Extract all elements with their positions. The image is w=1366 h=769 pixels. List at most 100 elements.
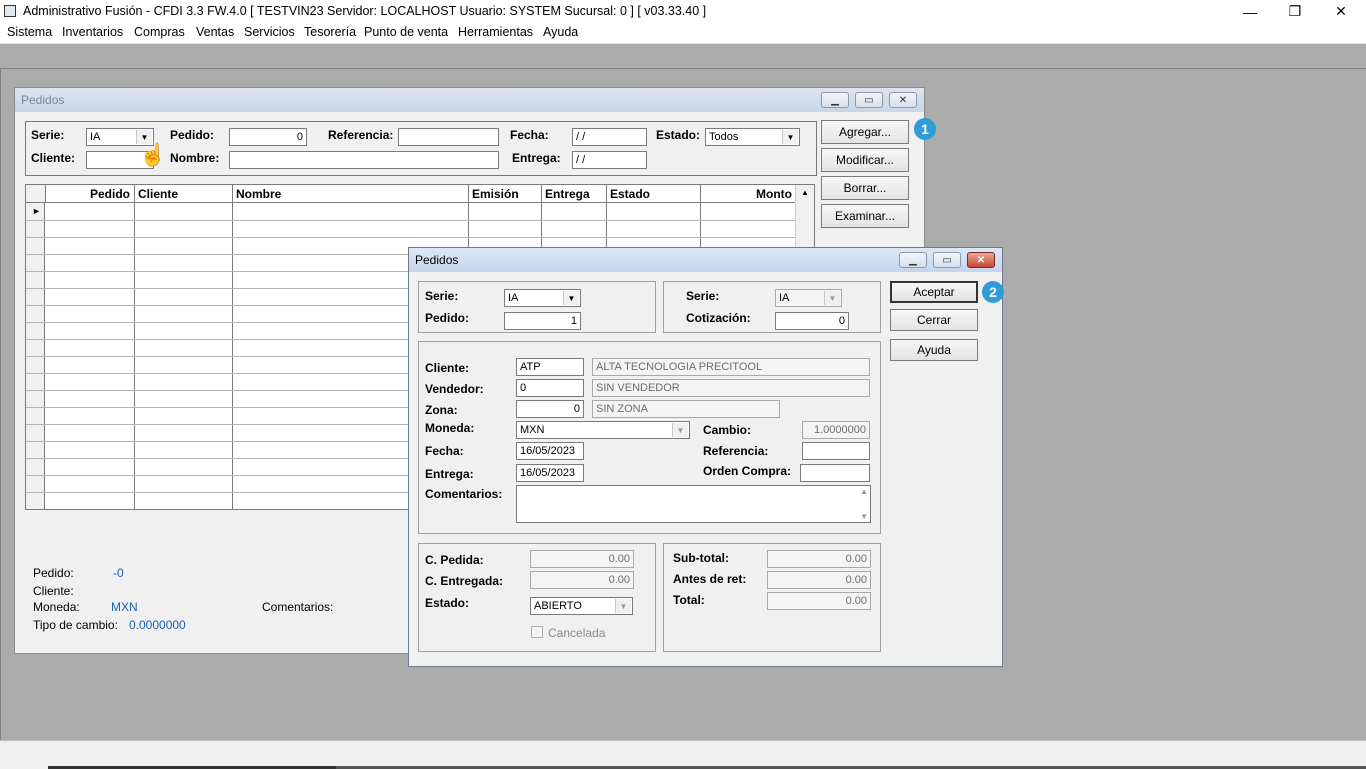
menu-compras[interactable]: Compras <box>134 25 185 39</box>
total-field: 0.00 <box>767 592 871 610</box>
minimize-icon[interactable]: ▁ <box>899 252 927 268</box>
entrega-label: Entrega: <box>425 467 474 481</box>
scroll-up-icon[interactable]: ▲ <box>796 185 814 197</box>
close-icon[interactable]: ✕ <box>967 252 995 268</box>
estado-dropdown[interactable]: ABIERTO ▼ <box>530 597 633 615</box>
dropdown-arrow-icon: ▼ <box>615 599 631 613</box>
fecha-label: Fecha: <box>425 444 464 458</box>
maximize-icon[interactable]: ▭ <box>855 92 883 108</box>
scroll-up-icon[interactable]: ▲ <box>860 487 868 496</box>
col-pedido[interactable]: Pedido <box>46 185 135 203</box>
hand-cursor-icon: ☝ <box>139 142 167 167</box>
vendedor-label: Vendedor: <box>425 382 484 396</box>
estado-label: Estado: <box>656 128 701 142</box>
subtotal-field: 0.00 <box>767 550 871 568</box>
window-title: Pedidos <box>21 93 65 107</box>
step-badge-2: 2 <box>982 281 1004 303</box>
cliente-label: Cliente: <box>425 361 470 375</box>
menu-tesoreria[interactable]: Tesorería <box>304 25 356 39</box>
zona-code-input[interactable]: 0 <box>516 400 584 418</box>
cliente-code-input[interactable]: ATP <box>516 358 584 376</box>
cliente-label: Cliente: <box>31 151 76 165</box>
estado-value: Todos <box>709 131 739 143</box>
col-entrega[interactable]: Entrega <box>541 185 607 203</box>
restore-button[interactable]: ❐ <box>1272 0 1318 23</box>
col-nombre[interactable]: Nombre <box>232 185 469 203</box>
c-pedida-field: 0.00 <box>530 550 634 568</box>
minimize-button[interactable]: — <box>1227 0 1273 23</box>
maximize-icon[interactable]: ▭ <box>933 252 961 268</box>
footer-cliente-label: Cliente: <box>33 584 74 598</box>
cambio-field: 1.0000000 <box>802 421 870 439</box>
table-row[interactable] <box>26 220 814 221</box>
moneda-value: MXN <box>520 424 545 436</box>
cot-serie-dropdown[interactable]: IA ▼ <box>775 289 842 307</box>
pedido-input[interactable]: 1 <box>504 312 581 330</box>
fecha-input[interactable]: 16/05/2023 <box>516 442 584 460</box>
menu-punto-de-venta[interactable]: Punto de venta <box>364 25 448 39</box>
menu-inventarios[interactable]: Inventarios <box>62 25 123 39</box>
modificar-button[interactable]: Modificar... <box>821 148 909 172</box>
comentarios-textarea[interactable]: ▲ ▼ <box>516 485 871 523</box>
minimize-icon[interactable]: ▁ <box>821 92 849 108</box>
referencia-input[interactable] <box>398 128 499 146</box>
cancelada-checkbox[interactable] <box>531 626 543 638</box>
nombre-input[interactable] <box>229 151 499 169</box>
cotizacion-input[interactable]: 0 <box>775 312 849 330</box>
referencia-input[interactable] <box>802 442 870 460</box>
borrar-button[interactable]: Borrar... <box>821 176 909 200</box>
cambio-label: Cambio: <box>703 423 751 437</box>
vendedor-code-input[interactable]: 0 <box>516 379 584 397</box>
col-emision[interactable]: Emisión <box>468 185 542 203</box>
vendedor-name-field: SIN VENDEDOR <box>592 379 870 397</box>
pedido-label: Pedido: <box>425 311 469 325</box>
footer-tipo-cambio-value: 0.0000000 <box>129 618 186 632</box>
cot-serie-label: Serie: <box>686 289 720 303</box>
agregar-button[interactable]: Agregar... <box>821 120 909 144</box>
menu-sistema[interactable]: Sistema <box>7 25 52 39</box>
examinar-button[interactable]: Examinar... <box>821 204 909 228</box>
menu-ayuda[interactable]: Ayuda <box>543 25 578 39</box>
entrega-input[interactable]: / / <box>572 151 647 169</box>
app-title-bar: Administrativo Fusión - CFDI 3.3 FW.4.0 … <box>0 0 1366 23</box>
close-icon[interactable]: ✕ <box>889 92 917 108</box>
fecha-input[interactable]: / / <box>572 128 647 146</box>
moneda-dropdown[interactable]: MXN ▼ <box>516 421 690 439</box>
entrega-input[interactable]: 16/05/2023 <box>516 464 584 482</box>
cerrar-button[interactable]: Cerrar <box>890 309 978 331</box>
dropdown-arrow-icon: ▼ <box>672 423 688 437</box>
close-button[interactable]: ✕ <box>1318 0 1364 23</box>
col-cliente[interactable]: Cliente <box>134 185 233 203</box>
footer-pedido-label: Pedido: <box>33 566 74 580</box>
dropdown-arrow-icon: ▼ <box>824 291 840 305</box>
menu-herramientas[interactable]: Herramientas <box>458 25 533 39</box>
c-entregada-field: 0.00 <box>530 571 634 589</box>
menu-servicios[interactable]: Servicios <box>244 25 295 39</box>
zona-label: Zona: <box>425 403 458 417</box>
serie-value: IA <box>508 292 519 304</box>
estado-dropdown[interactable]: Todos ▼ <box>705 128 800 146</box>
moneda-label: Moneda: <box>425 421 475 435</box>
ayuda-button[interactable]: Ayuda <box>890 339 978 361</box>
footer-pedido-value: -0 <box>113 566 124 580</box>
fecha-label: Fecha: <box>510 128 549 142</box>
pedido-input[interactable]: 0 <box>229 128 307 146</box>
orden-compra-label: Orden Compra: <box>703 464 792 478</box>
grid-col-line <box>134 185 135 509</box>
table-row[interactable] <box>26 237 814 238</box>
aceptar-button[interactable]: Aceptar <box>890 281 978 303</box>
menu-ventas[interactable]: Ventas <box>196 25 234 39</box>
pedido-label: Pedido: <box>170 128 214 142</box>
serie-label: Serie: <box>31 128 65 142</box>
footer-tipo-cambio-label: Tipo de cambio: <box>33 618 118 632</box>
col-monto[interactable]: Monto <box>700 185 797 203</box>
status-bar <box>0 740 1366 769</box>
col-estado[interactable]: Estado <box>606 185 701 203</box>
comentarios-label: Comentarios: <box>425 487 503 501</box>
scroll-down-icon[interactable]: ▼ <box>860 512 868 521</box>
cliente-name-field: ALTA TECNOLOGIA PRECITOOL <box>592 358 870 376</box>
orden-compra-input[interactable] <box>800 464 870 482</box>
serie-dropdown[interactable]: IA ▼ <box>504 289 581 307</box>
grid-corner <box>26 185 46 203</box>
dropdown-arrow-icon: ▼ <box>782 130 798 144</box>
